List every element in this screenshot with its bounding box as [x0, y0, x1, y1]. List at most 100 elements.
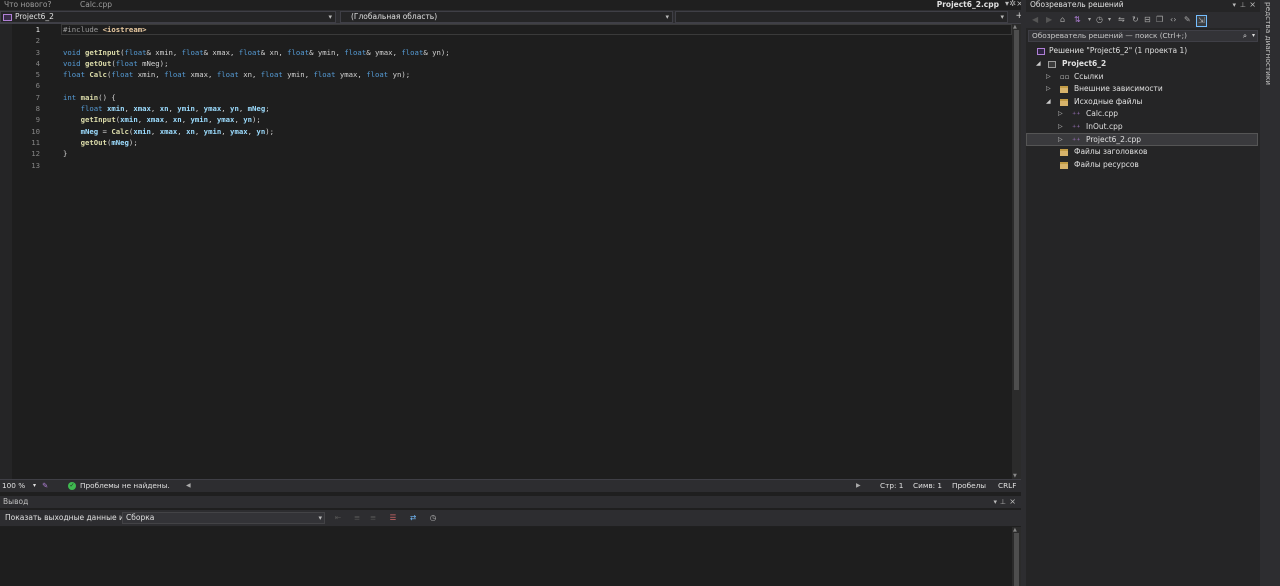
- show-all-files-icon[interactable]: ❐: [1156, 15, 1163, 25]
- solution-explorer-search-input[interactable]: Обозреватель решений — поиск (Ctrl+;) ⌕ …: [1028, 30, 1258, 42]
- collapsed-arrow-icon[interactable]: ▷: [1058, 121, 1063, 134]
- search-placeholder: Обозреватель решений — поиск (Ctrl+;): [1032, 31, 1187, 40]
- settings-gear-icon[interactable]: ✲: [1009, 0, 1016, 9]
- code-line[interactable]: mNeg = Calc(xmin, xmax, xn, ymin, ymax, …: [63, 126, 1012, 137]
- scroll-left-arrow-icon[interactable]: ◀: [186, 480, 191, 492]
- tree-item-label: Файлы ресурсов: [1074, 159, 1139, 169]
- properties-wrench-icon[interactable]: ✎: [1184, 15, 1191, 25]
- tree-item-label: Project6_2.cpp: [1086, 135, 1141, 144]
- output-text-area[interactable]: [0, 527, 1012, 586]
- diagnostic-tools-tab[interactable]: редства диагностики: [1264, 2, 1273, 85]
- problems-status[interactable]: Проблемы не найдены.: [80, 480, 170, 492]
- refresh-icon[interactable]: ↻: [1132, 15, 1139, 25]
- line-number: 12: [31, 149, 40, 159]
- tab-project6-2-cpp[interactable]: Project6_2.cpp: [937, 0, 999, 9]
- panel-menu-dropdown-icon[interactable]: ▾: [1232, 0, 1236, 10]
- collapsed-arrow-icon[interactable]: ▷: [1058, 134, 1063, 147]
- code-line[interactable]: float Calc(float xmin, float xmax, float…: [63, 69, 1012, 80]
- close-panel-icon[interactable]: ×: [1249, 0, 1256, 10]
- close-panel-icon[interactable]: ×: [1009, 496, 1016, 508]
- tree-item-external-dependencies[interactable]: ▷ Внешние зависимости: [1026, 83, 1258, 96]
- tree-item-source-files[interactable]: ◢ Исходные файлы: [1026, 96, 1258, 109]
- tab-calc-cpp[interactable]: Calc.cpp: [80, 0, 112, 9]
- scrollbar-thumb[interactable]: [1014, 30, 1019, 390]
- code-line[interactable]: [63, 35, 1012, 46]
- code-line[interactable]: void getInput(float& xmin, float& xmax, …: [63, 47, 1012, 58]
- collapsed-arrow-icon[interactable]: ▷: [1046, 83, 1051, 96]
- tree-item-project6-2-cpp[interactable]: ▷ ⁺⁺ Project6_2.cpp: [1026, 133, 1258, 146]
- home-icon[interactable]: ⌂: [1060, 15, 1065, 25]
- output-vertical-scrollbar[interactable]: ▲: [1012, 527, 1021, 586]
- cpp-file-icon: ⁺⁺: [1072, 110, 1081, 119]
- column-indicator[interactable]: Симв: 1: [913, 480, 942, 492]
- code-editor[interactable]: 1 2 3 4 5 6 7 8 9 10 11 12 13 #include <…: [0, 24, 1012, 479]
- toggle-word-wrap-icon[interactable]: ⇄: [408, 513, 418, 523]
- switch-views-icon[interactable]: ⇅: [1074, 15, 1081, 25]
- filter-dropdown-icon[interactable]: ▾: [1108, 15, 1111, 25]
- expanded-arrow-icon[interactable]: ◢: [1036, 58, 1041, 71]
- tree-item-resource-files[interactable]: Файлы ресурсов: [1026, 159, 1258, 172]
- scope-dropdown[interactable]: (Глобальная область) ▾: [340, 11, 673, 23]
- find-message-icon[interactable]: ≡: [368, 513, 378, 523]
- code-line[interactable]: int main() {: [63, 92, 1012, 103]
- sync-with-active-document-icon[interactable]: ⇋: [1118, 15, 1125, 25]
- tree-item-solution[interactable]: Решение "Project6_2" (1 проекта 1): [1026, 45, 1258, 58]
- pending-changes-filter-icon[interactable]: ◷: [1096, 15, 1103, 25]
- code-text-area[interactable]: #include <iostream> void getInput(float&…: [61, 24, 1012, 171]
- side-tool-strip: редства диагностики: [1260, 0, 1280, 586]
- forward-icon[interactable]: ▶: [1046, 15, 1052, 25]
- code-line[interactable]: }: [63, 148, 1012, 159]
- chevron-down-icon: ▾: [1000, 13, 1004, 21]
- collapsed-arrow-icon[interactable]: ▷: [1046, 71, 1051, 84]
- tree-item-label: Calc.cpp: [1086, 109, 1119, 118]
- search-icon[interactable]: ⌕: [1243, 31, 1247, 41]
- line-indicator[interactable]: Стр: 1: [880, 480, 903, 492]
- pin-icon[interactable]: ⊥: [1000, 496, 1006, 508]
- editor-vertical-scrollbar[interactable]: ▲ ▼: [1012, 24, 1021, 479]
- brush-icon[interactable]: ✎: [42, 480, 48, 492]
- expanded-arrow-icon[interactable]: ◢: [1046, 96, 1051, 109]
- scroll-right-arrow-icon[interactable]: ▶: [856, 480, 861, 492]
- switch-views-dropdown-icon[interactable]: ▾: [1088, 15, 1091, 25]
- line-number: 9: [35, 115, 40, 125]
- pin-icon[interactable]: ⊥: [1240, 0, 1246, 10]
- zoom-level[interactable]: 100 %: [2, 480, 25, 492]
- search-options-dropdown-icon[interactable]: ▾: [1252, 31, 1255, 41]
- scrollbar-thumb[interactable]: [1014, 533, 1019, 586]
- cpp-project-icon: [1048, 61, 1056, 68]
- clock-icon[interactable]: ◷: [428, 513, 438, 523]
- clear-all-icon[interactable]: ☰: [388, 513, 398, 523]
- collapsed-arrow-icon[interactable]: ▷: [1058, 108, 1063, 121]
- line-ending-indicator[interactable]: CRLF: [998, 480, 1016, 492]
- code-line[interactable]: float xmin, xmax, xn, ymin, ymax, yn, mN…: [63, 103, 1012, 114]
- tree-item-references[interactable]: ▷ ▫▫ Ссылки: [1026, 71, 1258, 84]
- folder-icon: [1060, 86, 1068, 93]
- code-line[interactable]: #include <iostream>: [61, 24, 1012, 36]
- panel-menu-dropdown-icon[interactable]: ▾: [993, 496, 997, 508]
- whitespace-indicator[interactable]: Пробелы: [952, 480, 986, 492]
- zoom-dropdown-icon[interactable]: ▾: [33, 480, 36, 492]
- code-line[interactable]: getInput(xmin, xmax, xn, ymin, ymax, yn)…: [63, 114, 1012, 125]
- code-line[interactable]: getOut(mNeg);: [63, 137, 1012, 148]
- back-icon[interactable]: ◀: [1032, 15, 1038, 25]
- tree-item-calc-cpp[interactable]: ▷ ⁺⁺ Calc.cpp: [1026, 108, 1258, 121]
- preview-selected-items-icon[interactable]: ⇲: [1196, 15, 1207, 27]
- code-line[interactable]: void getOut(float mNeg);: [63, 58, 1012, 69]
- go-to-next-message-icon[interactable]: ≡: [352, 513, 362, 523]
- tree-item-header-files[interactable]: Файлы заголовков: [1026, 146, 1258, 159]
- code-line[interactable]: [63, 160, 1012, 171]
- scope-dropdown-value: (Глобальная область): [351, 12, 438, 21]
- tree-item-project[interactable]: ◢ Project6_2: [1026, 58, 1258, 71]
- output-source-dropdown[interactable]: Сборка ▾: [122, 512, 325, 524]
- tree-item-inout-cpp[interactable]: ▷ ⁺⁺ InOut.cpp: [1026, 121, 1258, 134]
- member-dropdown[interactable]: ▾: [675, 11, 1008, 23]
- code-line[interactable]: [63, 80, 1012, 91]
- solution-icon: [1037, 48, 1045, 55]
- view-code-icon[interactable]: ‹›: [1170, 15, 1176, 25]
- go-to-previous-message-icon[interactable]: ⇤: [333, 513, 343, 523]
- collapse-all-icon[interactable]: ⊟: [1144, 15, 1151, 25]
- line-number-gutter: 1 2 3 4 5 6 7 8 9 10 11 12 13: [12, 24, 40, 171]
- chevron-down-icon: ▾: [328, 13, 332, 21]
- project-dropdown[interactable]: Project6_2 ▾: [0, 11, 336, 23]
- tab-whats-new[interactable]: Что нового?: [4, 0, 52, 9]
